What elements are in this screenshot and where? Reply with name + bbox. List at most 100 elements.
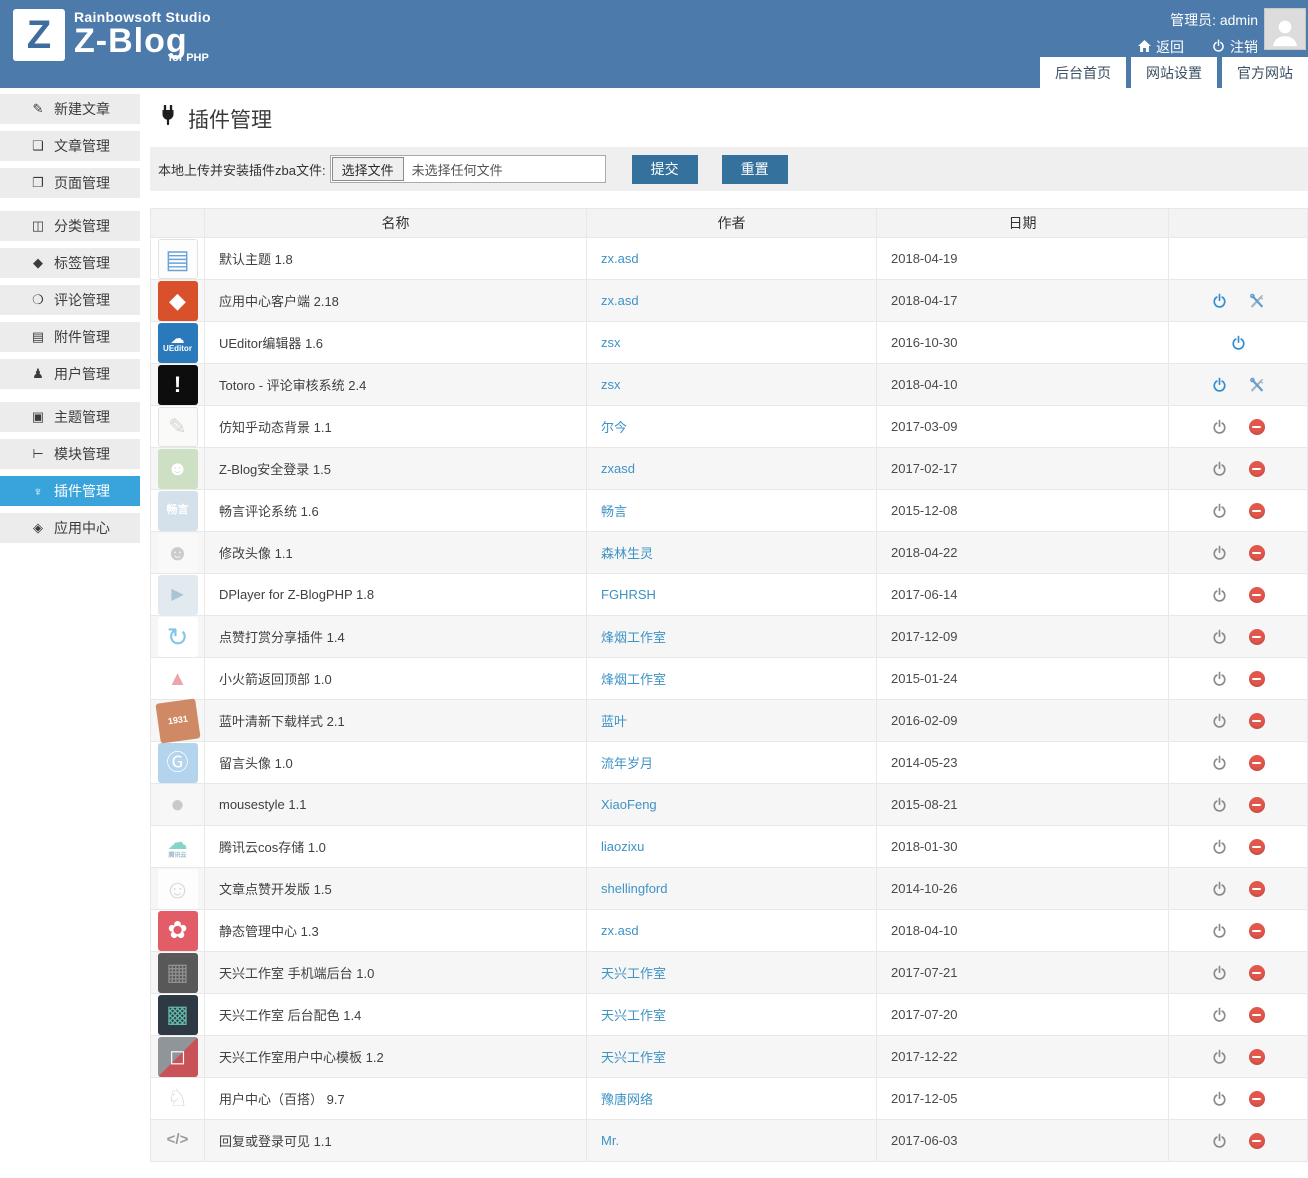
submit-button[interactable]: 提交 [631,154,698,184]
power-toggle-icon[interactable] [1212,965,1227,980]
power-toggle-icon[interactable] [1231,335,1246,350]
author-link[interactable]: 尔今 [601,420,627,435]
delete-icon[interactable] [1248,670,1265,687]
author-link[interactable]: XiaoFeng [601,797,657,812]
sidebar-item-新建文章[interactable]: ✎ 新建文章 [0,94,140,124]
author-link[interactable]: 畅言 [601,504,627,519]
sidebar-item-附件管理[interactable]: ▤ 附件管理 [0,322,140,352]
choose-file-button[interactable]: 选择文件 [331,157,404,181]
author-link[interactable]: 蓝叶 [601,714,627,729]
author-link[interactable]: zx.asd [601,251,639,266]
author-link[interactable]: 豫唐网络 [601,1092,653,1107]
sidebar-item-标签管理[interactable]: ◆ 标签管理 [0,248,140,278]
author-link[interactable]: zx.asd [601,293,639,308]
tab-official-site[interactable]: 官方网站 [1222,57,1308,88]
power-toggle-icon[interactable] [1212,881,1227,896]
power-toggle-icon[interactable] [1212,629,1227,644]
delete-icon[interactable] [1248,1090,1265,1107]
person-icon [1272,20,1298,47]
author-link[interactable]: 烽烟工作室 [601,630,666,645]
plugin-row: ● mousestyle 1.1 XiaoFeng 2015-08-21 [150,783,1308,826]
power-toggle-icon[interactable] [1212,1133,1227,1148]
plugin-date: 2018-04-10 [876,909,1169,952]
author-link[interactable]: liaozixu [601,839,644,854]
reset-button[interactable]: 重置 [721,154,788,184]
plugin-row: ▤ 默认主题 1.8 zx.asd 2018-04-19 [150,237,1308,280]
power-toggle-icon[interactable] [1212,755,1227,770]
power-toggle-icon[interactable] [1212,839,1227,854]
author-link[interactable]: Mr. [601,1133,619,1148]
delete-icon[interactable] [1248,586,1265,603]
power-toggle-icon[interactable] [1212,503,1227,518]
author-link[interactable]: 天兴工作室 [601,1008,666,1023]
delete-icon[interactable] [1248,880,1265,897]
delete-icon[interactable] [1248,754,1265,771]
page-title: 插件管理 [158,104,1308,134]
sidebar-item-评论管理[interactable]: ❍ 评论管理 [0,285,140,315]
zhihu-background-icon: ✎ [157,406,198,447]
plugin-actions-cell [1168,489,1308,532]
delete-icon[interactable] [1248,460,1265,477]
delete-icon[interactable] [1248,922,1265,939]
author-link[interactable]: zx.asd [601,923,639,938]
power-toggle-icon[interactable] [1212,419,1227,434]
avatar[interactable] [1264,8,1306,50]
author-link[interactable]: 烽烟工作室 [601,672,666,687]
power-toggle-icon[interactable] [1212,461,1227,476]
author-link[interactable]: shellingford [601,881,668,896]
back-link[interactable]: 返回 [1138,37,1184,57]
power-toggle-icon[interactable] [1212,713,1227,728]
power-toggle-icon[interactable] [1212,587,1227,602]
author-link[interactable]: 流年岁月 [601,756,653,771]
delete-icon[interactable] [1248,838,1265,855]
author-link[interactable]: zxasd [601,461,635,476]
delete-icon[interactable] [1248,628,1265,645]
delete-icon[interactable] [1248,964,1265,981]
power-toggle-icon[interactable] [1212,545,1227,560]
logout-link[interactable]: 注销 [1212,37,1258,57]
delete-icon[interactable] [1248,1048,1265,1065]
delete-icon[interactable] [1248,502,1265,519]
file-input[interactable]: 选择文件 未选择任何文件 [329,155,606,183]
author-link[interactable]: FGHRSH [601,587,656,602]
author-link[interactable]: 天兴工作室 [601,1050,666,1065]
power-toggle-icon[interactable] [1212,1007,1227,1022]
power-toggle-icon[interactable] [1212,377,1227,392]
author-link[interactable]: 天兴工作室 [601,966,666,981]
power-toggle-icon[interactable] [1212,1049,1227,1064]
sidebar-item-插件管理[interactable]: ♆ 插件管理 [0,476,140,506]
delete-icon[interactable] [1248,712,1265,729]
sidebar-item-模块管理[interactable]: ⊢ 模块管理 [0,439,140,469]
sidebar-item-主题管理[interactable]: ▣ 主题管理 [0,402,140,432]
tab-site-settings[interactable]: 网站设置 [1131,57,1217,88]
sidebar-item-分类管理[interactable]: ◫ 分类管理 [0,211,140,241]
plugin-name: 天兴工作室用户中心模板 1.2 [204,1035,587,1078]
delete-icon[interactable] [1248,544,1265,561]
author-link[interactable]: 森林生灵 [601,546,653,561]
sidebar-item-用户管理[interactable]: ♟ 用户管理 [0,359,140,389]
power-toggle-icon[interactable] [1212,923,1227,938]
plugin-name: 蓝叶清新下载样式 2.1 [204,699,587,742]
plugin-row: ☻ 修改头像 1.1 森林生灵 2018-04-22 [150,531,1308,574]
delete-icon[interactable] [1248,418,1265,435]
delete-icon[interactable] [1248,1132,1265,1149]
author-link[interactable]: zsx [601,335,621,350]
sidebar-item-文章管理[interactable]: ❏ 文章管理 [0,131,140,161]
plugin-icon-cell: 畅言 [150,489,205,532]
author-link[interactable]: zsx [601,377,621,392]
power-toggle-icon[interactable] [1212,293,1227,308]
page-manage-icon: ❐ [32,175,44,190]
config-tools-icon[interactable] [1249,377,1265,393]
plugin-row: ☁ UEditor UEditor编辑器 1.6 zsx 2016-10-30 [150,321,1308,364]
sidebar-item-页面管理[interactable]: ❐ 页面管理 [0,168,140,198]
sidebar-item-label: 附件管理 [54,329,110,345]
power-toggle-icon[interactable] [1212,1091,1227,1106]
config-tools-icon[interactable] [1249,293,1265,309]
tab-admin-home[interactable]: 后台首页 [1040,57,1126,88]
delete-icon[interactable] [1248,796,1265,813]
sidebar-item-应用中心[interactable]: ◈ 应用中心 [0,513,140,543]
power-toggle-icon[interactable] [1212,797,1227,812]
delete-icon[interactable] [1248,1006,1265,1023]
sidebar-item-label: 新建文章 [54,101,110,117]
power-toggle-icon[interactable] [1212,671,1227,686]
